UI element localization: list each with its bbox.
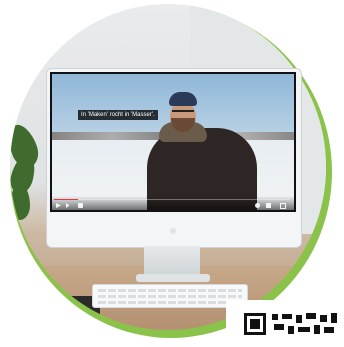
progress-bar[interactable] <box>54 199 290 200</box>
qr-module <box>274 324 284 330</box>
key-row <box>98 301 242 304</box>
fullscreen-icon[interactable] <box>280 203 286 209</box>
qr-module <box>288 326 294 334</box>
qr-module <box>331 313 337 323</box>
qr-module <box>324 327 334 333</box>
monitor-screen <box>50 72 296 212</box>
keyboard <box>92 284 248 308</box>
monitor-stand <box>144 246 200 276</box>
mousepad <box>30 296 100 320</box>
qr-module <box>314 325 320 334</box>
plant-leaf <box>10 184 30 220</box>
qr-module <box>298 327 310 332</box>
key-row <box>98 295 242 298</box>
qr-module <box>282 314 292 319</box>
video-frame[interactable] <box>52 74 294 210</box>
qr-module <box>306 313 316 319</box>
captions-icon[interactable] <box>266 203 271 208</box>
key-row <box>98 289 242 292</box>
monitor-logo <box>170 228 176 234</box>
progress-fill <box>54 199 78 200</box>
beanie <box>169 92 197 106</box>
scene: In 'Maken' rocht in 'Masser'. <box>0 0 344 347</box>
qr-module <box>272 314 278 320</box>
glasses <box>172 110 194 116</box>
qr-finder-center <box>250 319 260 329</box>
video-subtitle: In 'Maken' rocht in 'Masser'. <box>78 110 158 120</box>
settings-icon[interactable] <box>255 203 260 208</box>
monitor-stand-foot <box>136 274 210 282</box>
qr-module <box>296 315 302 323</box>
presenter <box>147 92 257 210</box>
volume-icon[interactable] <box>78 203 83 208</box>
qr-module <box>320 315 327 322</box>
